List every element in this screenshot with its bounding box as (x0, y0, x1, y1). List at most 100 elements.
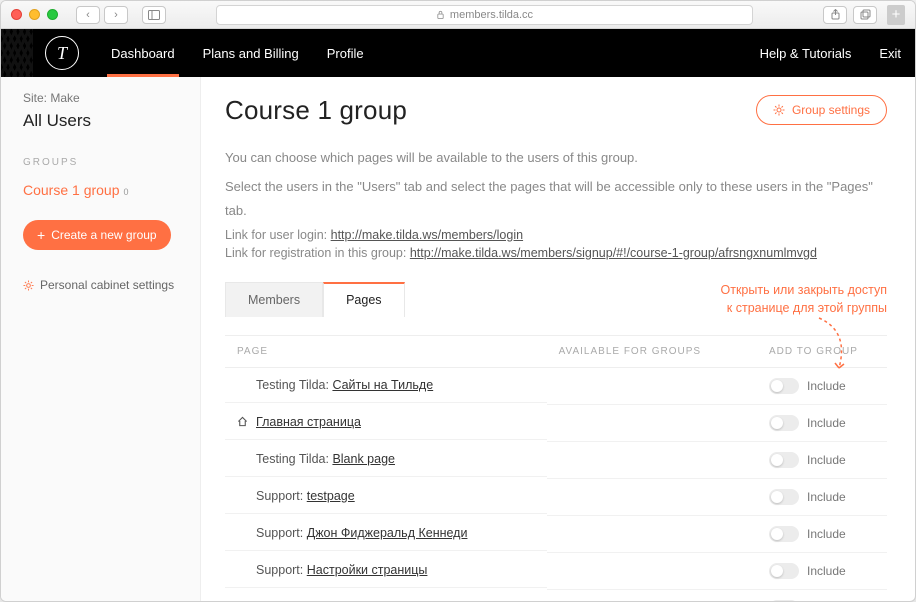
share-button[interactable] (823, 6, 847, 24)
nav-profile[interactable]: Profile (313, 29, 378, 77)
top-nav: T Dashboard Plans and Billing Profile He… (1, 29, 915, 77)
page-prefix: Testing Tilda: (256, 452, 332, 466)
add-cell: Include (757, 590, 887, 601)
gear-icon (23, 280, 34, 291)
table-row: Testing Tilda: Сайты на Тильде Include (225, 368, 887, 405)
all-users-link[interactable]: All Users (23, 111, 184, 131)
available-cell (547, 553, 757, 590)
include-toggle[interactable] (769, 415, 799, 431)
group-settings-button[interactable]: Group settings (756, 95, 887, 125)
nav-plans-billing[interactable]: Plans and Billing (189, 29, 313, 77)
tabs-button[interactable] (853, 6, 877, 24)
login-link-row: Link for user login: http://make.tilda.w… (225, 228, 887, 242)
page-cell: Support: Действия с блоками (225, 590, 547, 601)
tab-members[interactable]: Members (225, 282, 323, 317)
add-cell: Include (757, 553, 887, 590)
close-window-icon[interactable] (11, 9, 22, 20)
include-toggle[interactable] (769, 489, 799, 505)
include-toggle[interactable] (769, 526, 799, 542)
include-label: Include (807, 527, 846, 541)
table-row: Support: testpage Include (225, 479, 887, 516)
page-link[interactable]: testpage (307, 489, 355, 503)
callout-annotation: Открыть или закрыть доступ к странице дл… (667, 282, 887, 317)
tilda-logo[interactable]: T (45, 36, 79, 70)
available-cell (547, 405, 757, 442)
col-available: AVAILABLE FOR GROUPS (547, 336, 757, 368)
add-cell: Include (757, 442, 887, 479)
signup-link[interactable]: http://make.tilda.ws/members/signup/#!/c… (410, 246, 817, 260)
share-icon (830, 9, 841, 20)
page-link[interactable]: Джон Фиджеральд Кеннеди (307, 526, 468, 540)
pages-table: PAGE AVAILABLE FOR GROUPS ADD TO GROUP T… (225, 335, 887, 601)
nav-arrows: ‹ › (76, 6, 128, 24)
main-area: Site: Make All Users GROUPS Course 1 gro… (1, 77, 915, 601)
tab-pages[interactable]: Pages (323, 282, 404, 317)
plus-icon: + (37, 228, 45, 242)
table-row: Support: Действия с блоками Include (225, 590, 887, 601)
sidebar-toggle-button[interactable] (142, 6, 166, 24)
browser-window: ‹ › members.tilda.cc + T Dashboard Plans… (0, 0, 916, 602)
page-prefix: Support: (256, 600, 307, 601)
table-row: Support: Настройки страницы Include (225, 553, 887, 590)
include-toggle[interactable] (769, 452, 799, 468)
home-icon (237, 416, 248, 427)
page-prefix: Support: (256, 489, 307, 503)
include-label: Include (807, 379, 846, 393)
page-link[interactable]: Настройки страницы (307, 563, 428, 577)
chrome-right: + (823, 5, 905, 25)
page-link[interactable]: Сайты на Тильде (332, 378, 433, 392)
page-link[interactable]: Blank page (332, 452, 395, 466)
col-add: ADD TO GROUP (757, 336, 887, 368)
sidebar-group-active[interactable]: Course 1 group 0 (23, 182, 184, 198)
page-cell: Support: Джон Фиджеральд Кеннеди (225, 516, 547, 551)
available-cell (547, 442, 757, 479)
groups-heading: GROUPS (23, 157, 184, 168)
include-toggle[interactable] (769, 600, 799, 601)
available-cell (547, 516, 757, 553)
include-toggle[interactable] (769, 563, 799, 579)
add-cell: Include (757, 479, 887, 516)
minimize-window-icon[interactable] (29, 9, 40, 20)
tabs-icon (860, 9, 871, 20)
page-cell: Support: testpage (225, 479, 547, 514)
add-cell: Include (757, 405, 887, 442)
page-cell: Testing Tilda: Сайты на Тильде (225, 368, 547, 403)
forward-button[interactable]: › (104, 6, 128, 24)
gear-icon (773, 104, 785, 116)
site-label: Site: Make (23, 91, 184, 105)
page-cell: Testing Tilda: Blank page (225, 442, 547, 477)
nav-exit[interactable]: Exit (865, 29, 915, 77)
table-row: Testing Tilda: Blank page Include (225, 442, 887, 479)
back-button[interactable]: ‹ (76, 6, 100, 24)
available-cell (547, 479, 757, 516)
page-prefix: Testing Tilda: (256, 378, 332, 392)
page-prefix: Support: (256, 563, 307, 577)
col-page: PAGE (225, 336, 547, 368)
cabinet-settings-link[interactable]: Personal cabinet settings (23, 278, 184, 292)
description-2: Select the users in the "Users" tab and … (225, 175, 887, 224)
available-cell (547, 368, 757, 405)
page-cell: Support: Настройки страницы (225, 553, 547, 588)
lock-icon (436, 10, 445, 19)
new-tab-button[interactable]: + (887, 5, 905, 25)
available-cell (547, 590, 757, 601)
nav-help[interactable]: Help & Tutorials (746, 29, 866, 77)
page-link[interactable]: Действия с блоками (307, 600, 424, 601)
include-label: Include (807, 416, 846, 430)
nav-dashboard[interactable]: Dashboard (97, 29, 189, 77)
include-toggle[interactable] (769, 378, 799, 394)
sidebar-icon (148, 10, 160, 20)
sidebar: Site: Make All Users GROUPS Course 1 gro… (1, 77, 201, 601)
page-cell: Главная страница (225, 405, 547, 440)
include-label: Include (807, 453, 846, 467)
include-label: Include (807, 490, 846, 504)
create-group-button[interactable]: + Create a new group (23, 220, 171, 250)
signup-link-row: Link for registration in this group: htt… (225, 246, 887, 260)
tabs: Members Pages (225, 282, 405, 317)
maximize-window-icon[interactable] (47, 9, 58, 20)
login-link[interactable]: http://make.tilda.ws/members/login (331, 228, 523, 242)
page-title: Course 1 group (225, 95, 407, 126)
page-link[interactable]: Главная страница (256, 415, 361, 429)
content-area: Course 1 group Group settings You can ch… (201, 77, 915, 601)
address-bar[interactable]: members.tilda.cc (216, 5, 753, 25)
